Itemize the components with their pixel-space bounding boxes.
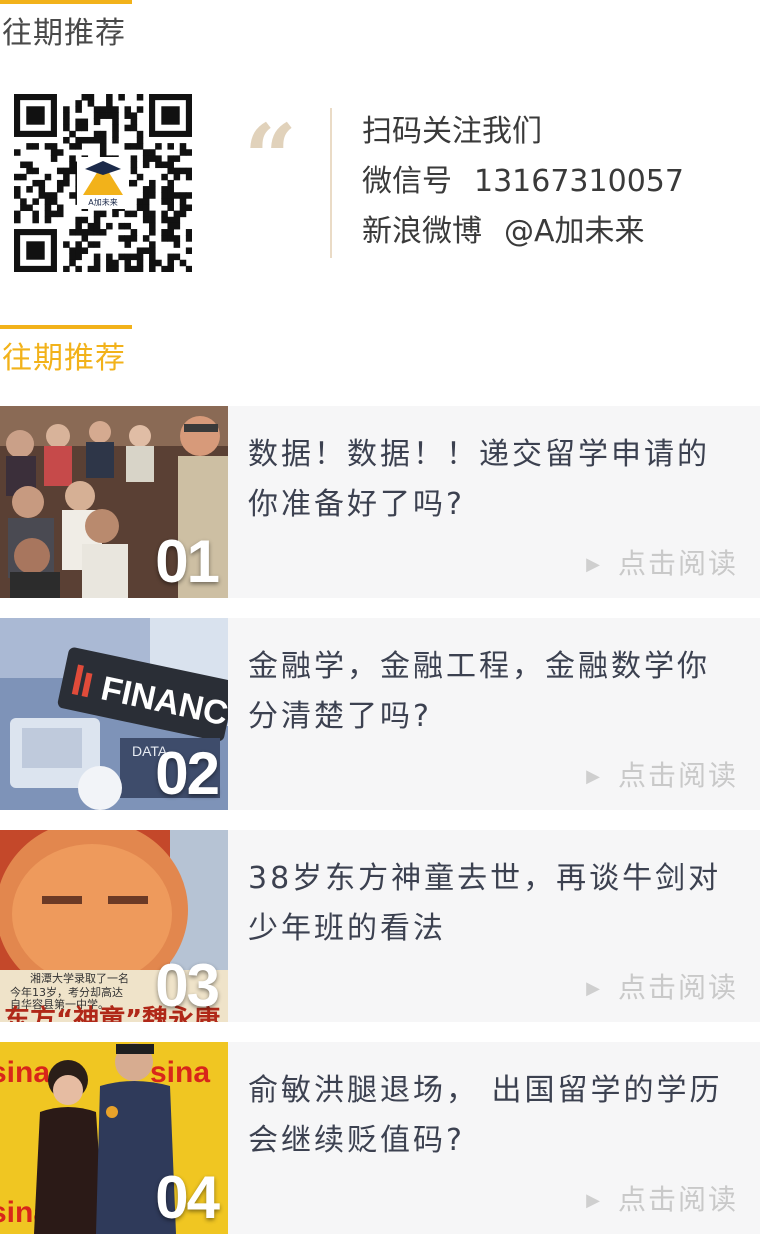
thumbnail-brand: sina	[0, 1056, 50, 1089]
article-title[interactable]: 数据！数据！！递交留学申请的你准备好了吗?	[248, 430, 742, 530]
quote-mark-icon: “	[244, 104, 297, 212]
read-more-link[interactable]: ▶ 点击阅读	[586, 971, 738, 1006]
read-more-link[interactable]: ▶ 点击阅读	[586, 1183, 738, 1218]
play-triangle-icon: ▶	[586, 978, 602, 999]
article-card[interactable]: sina sina sina 04 俞敏洪腿退场， 出国留学的学历会继续贬值码?…	[0, 1042, 760, 1234]
read-more-label: 点击阅读	[617, 971, 738, 1004]
play-triangle-icon: ▶	[586, 1190, 602, 1211]
article-thumbnail: 01	[0, 406, 228, 598]
read-more-label: 点击阅读	[617, 759, 738, 792]
article-number: 04	[155, 1164, 220, 1231]
play-triangle-icon: ▶	[586, 554, 602, 575]
article-number: 03	[155, 952, 220, 1019]
play-triangle-icon: ▶	[586, 766, 602, 787]
wechat-id-line: 微信号 13167310057	[362, 164, 684, 200]
section-accent-bar	[0, 0, 132, 4]
read-more-label: 点击阅读	[617, 547, 738, 580]
thumbnail-caption: 今年13岁，考分却高达	[10, 985, 123, 999]
scan-follow-label: 扫码关注我们	[362, 114, 542, 149]
article-thumbnail: FINANCE DATA 02	[0, 618, 228, 810]
wechat-id[interactable]: 13167310057	[474, 164, 684, 199]
article-number: 02	[155, 740, 220, 807]
wechat-label: 微信号	[362, 164, 452, 199]
article-thumbnail: 湘潭大学录取了一名 今年13岁，考分却高达 自华容县第一中学。 东方“神童”魏永…	[0, 830, 228, 1022]
weibo-handle[interactable]: @A加未来	[504, 214, 645, 249]
article-title[interactable]: 金融学，金融工程，金融数学你分清楚了吗?	[248, 642, 742, 742]
section-accent-bar	[0, 325, 132, 329]
article-card[interactable]: 湘潭大学录取了一名 今年13岁，考分却高达 自华容县第一中学。 东方“神童”魏永…	[0, 830, 760, 1022]
article-title[interactable]: 38岁东方神童去世，再谈牛剑对少年班的看法	[248, 854, 742, 954]
article-number: 01	[155, 528, 220, 595]
article-card[interactable]: FINANCE DATA 02 金融学，金融工程，金融数学你分清楚了吗? ▶ 点击…	[0, 618, 760, 810]
article-title[interactable]: 俞敏洪腿退场， 出国留学的学历会继续贬值码?	[248, 1066, 742, 1166]
qr-code: A加未来	[14, 94, 192, 272]
qr-code-image: A加未来	[14, 94, 192, 272]
article-thumbnail: sina sina sina 04	[0, 1042, 228, 1234]
section-title: 往期推荐	[2, 16, 126, 51]
thumbnail-caption: 湘潭大学录取了一名	[30, 971, 129, 985]
article-card[interactable]: 01 数据！数据！！递交留学申请的你准备好了吗? ▶ 点击阅读	[0, 406, 760, 598]
qr-logo-text: A加未来	[88, 197, 117, 207]
scan-follow-text: 扫码关注我们	[362, 114, 542, 150]
weibo-label: 新浪微博	[362, 214, 482, 249]
weibo-line: 新浪微博 @A加未来	[362, 214, 645, 250]
read-more-label: 点击阅读	[617, 1183, 738, 1216]
divider	[330, 108, 332, 258]
section-title-highlight: 往期推荐	[2, 341, 126, 376]
read-more-link[interactable]: ▶ 点击阅读	[586, 547, 738, 582]
read-more-link[interactable]: ▶ 点击阅读	[586, 759, 738, 794]
